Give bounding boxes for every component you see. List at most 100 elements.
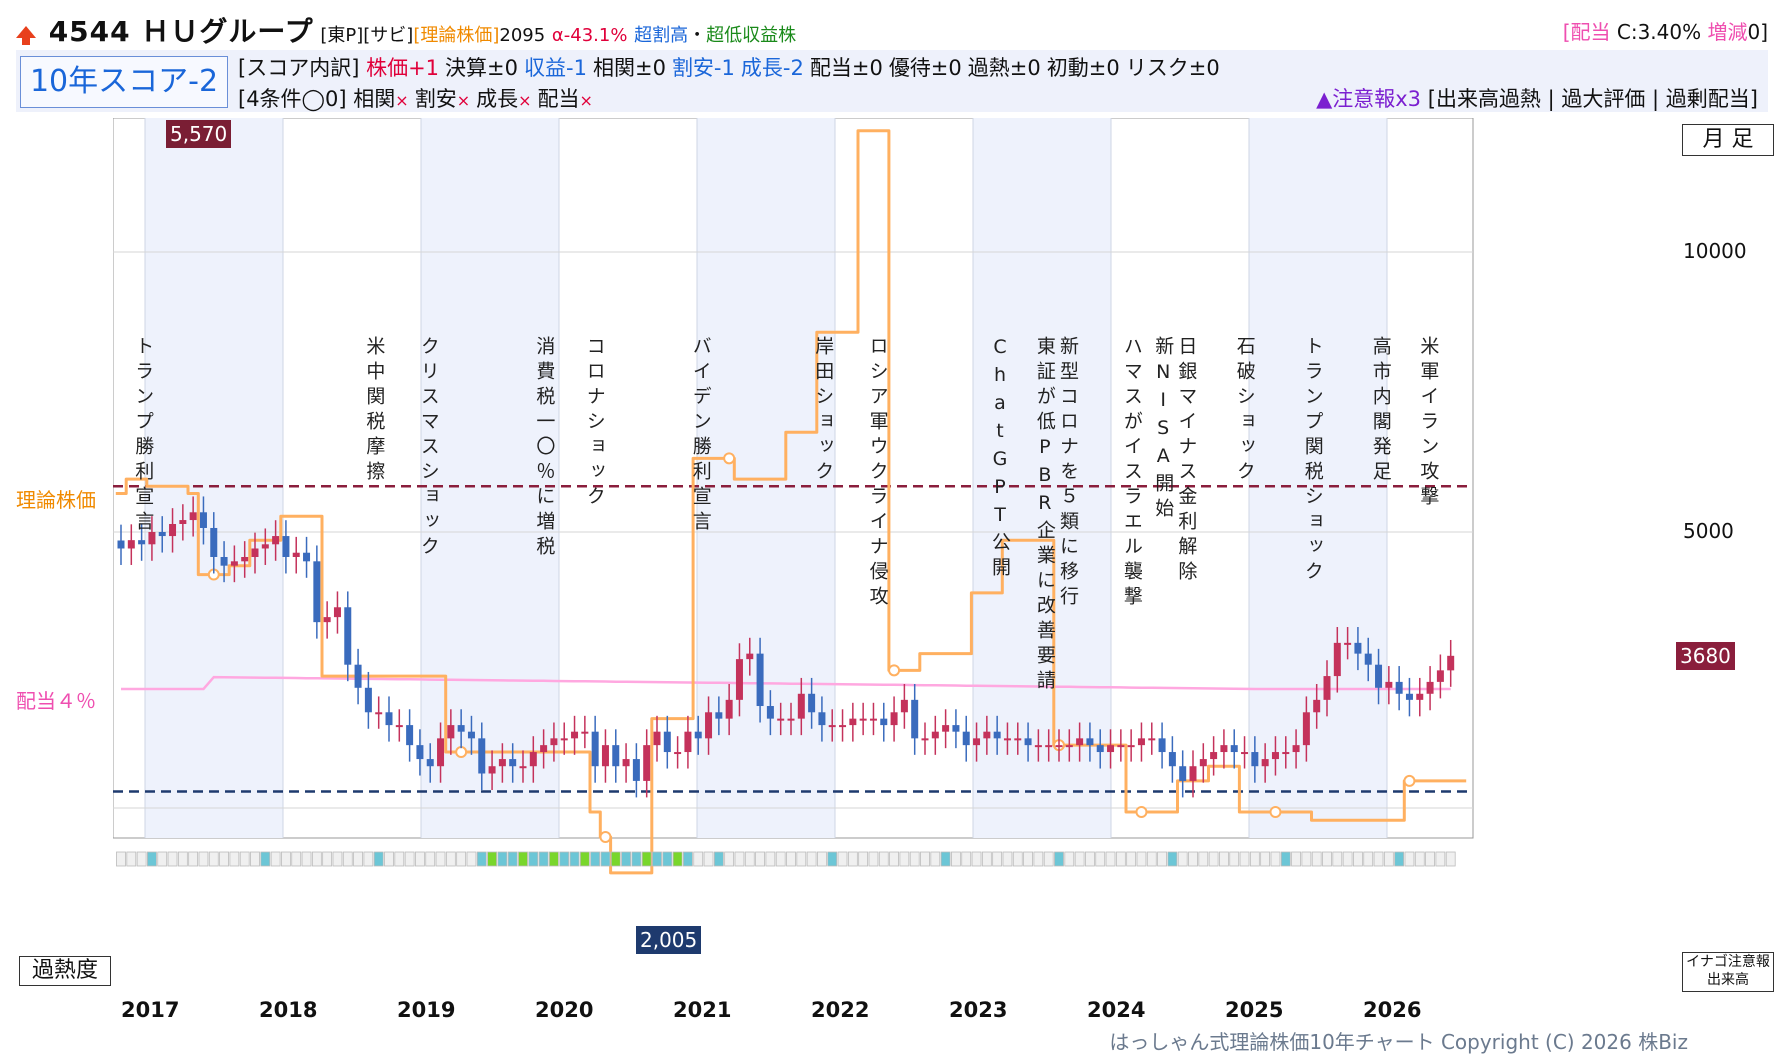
candle-body: [272, 536, 280, 545]
candle-body: [808, 693, 816, 713]
candle-body: [869, 718, 877, 721]
theory-revision-marker: [455, 746, 468, 759]
heat-cell: [229, 851, 240, 867]
stock-title: 4544 ＨＵグループ: [48, 15, 314, 48]
candle-body: [684, 731, 692, 753]
candle-body: [1292, 745, 1300, 753]
heat-cell: [672, 851, 683, 867]
candle-body: [880, 718, 888, 726]
heat-cell: [1012, 851, 1023, 867]
heat-cell: [1353, 851, 1363, 867]
heat-cell: [847, 851, 858, 867]
candle-body: [591, 731, 599, 767]
heat-cell: [363, 851, 374, 867]
inago-label: イナゴ注意報 出来高: [1682, 952, 1774, 992]
heat-cell: [1033, 851, 1044, 867]
candle-body: [1436, 670, 1444, 682]
candle-body: [900, 699, 908, 713]
heat-cell: [1064, 851, 1075, 867]
heat-cell: [713, 851, 724, 867]
candle-body: [437, 738, 445, 767]
event-annotation: 岸田ショック: [812, 336, 835, 486]
candle-body: [1261, 759, 1269, 767]
candle-body: [1251, 752, 1259, 767]
score-item: 成長-2: [740, 56, 804, 80]
heat-cell: [394, 851, 405, 867]
score-item: 株価+1: [366, 56, 440, 80]
candle-body: [777, 718, 785, 721]
candle-body: [333, 607, 341, 618]
year-label: 2026: [1363, 998, 1422, 1022]
candle-body: [962, 731, 970, 746]
heat-cell: [1373, 851, 1384, 867]
heat-cell: [1115, 851, 1126, 867]
heat-cell: [621, 851, 631, 867]
dividend-line-label: 配当４％: [16, 688, 96, 713]
conditions-items: 相関× 割安× 成長× 配当×: [353, 87, 599, 111]
heat-cell: [920, 851, 930, 867]
candle-body: [1364, 653, 1372, 665]
heat-cell: [1342, 851, 1353, 867]
candle-body: [313, 561, 321, 623]
heat-cell: [724, 851, 735, 867]
heat-cell: [559, 851, 570, 867]
heat-cell: [250, 851, 260, 867]
heat-cell: [435, 851, 446, 867]
candle-body: [1282, 752, 1290, 755]
candle-body: [612, 745, 620, 767]
heat-cell: [177, 851, 188, 867]
heat-cell: [734, 851, 745, 867]
candle-body: [1148, 738, 1156, 741]
heat-cell: [208, 851, 219, 867]
candle-body: [1385, 681, 1393, 688]
candle-body: [282, 536, 290, 557]
candle-body: [385, 712, 393, 726]
alert-label: ▲注意報x3: [1316, 87, 1422, 111]
heat-cell: [322, 851, 333, 867]
heat-cell: [1177, 851, 1188, 867]
heat-cell: [549, 851, 559, 867]
candle-body: [1158, 738, 1166, 753]
candle-body: [230, 561, 238, 566]
heat-cell: [1219, 851, 1229, 867]
condition-name: 割安: [414, 87, 457, 111]
conditions-row: [4条件◯0] 相関× 割安× 成長× 配当×: [238, 83, 599, 113]
heat-cell: [1425, 851, 1435, 867]
candle-body: [993, 731, 1001, 739]
score-item: 初動±0: [1046, 56, 1120, 80]
breakdown-label: [スコア内訳]: [238, 56, 360, 80]
theory-line-label: 理論株価: [16, 488, 96, 513]
candle-body: [942, 725, 950, 732]
candle-body: [1107, 745, 1115, 753]
candle-body: [1302, 712, 1310, 746]
event-annotation: ChatGPT公開: [989, 336, 1011, 582]
heat-cell: [1435, 851, 1446, 867]
dividend-open: [: [1562, 20, 1571, 44]
candle-body: [1416, 693, 1424, 700]
heat-cell: [662, 851, 673, 867]
market-label: [東P]: [320, 25, 364, 46]
heat-cell: [466, 851, 477, 867]
event-annotation: 消費税一〇％に増税: [533, 336, 556, 561]
heat-cell: [1322, 851, 1332, 867]
heat-cell: [1188, 851, 1198, 867]
heat-cell: [817, 851, 827, 867]
heat-cell: [827, 851, 838, 867]
heat-cell: [157, 851, 168, 867]
candle-body: [303, 552, 311, 562]
event-annotation: ハマスがイスラエル襲撃: [1120, 336, 1143, 611]
heat-cell: [806, 851, 817, 867]
candle-body: [1210, 752, 1218, 760]
heat-cell: [786, 851, 796, 867]
heat-cell: [1136, 851, 1147, 867]
candle-body: [241, 556, 249, 562]
heat-cell: [1332, 851, 1343, 867]
heat-cell: [1043, 851, 1054, 867]
heat-cell: [270, 851, 281, 867]
candle-body: [292, 552, 300, 557]
candle-body: [560, 738, 568, 741]
heat-cell: [147, 851, 157, 867]
candle-body: [705, 712, 713, 739]
heat-cell: [126, 851, 137, 867]
heat-cell: [971, 851, 982, 867]
